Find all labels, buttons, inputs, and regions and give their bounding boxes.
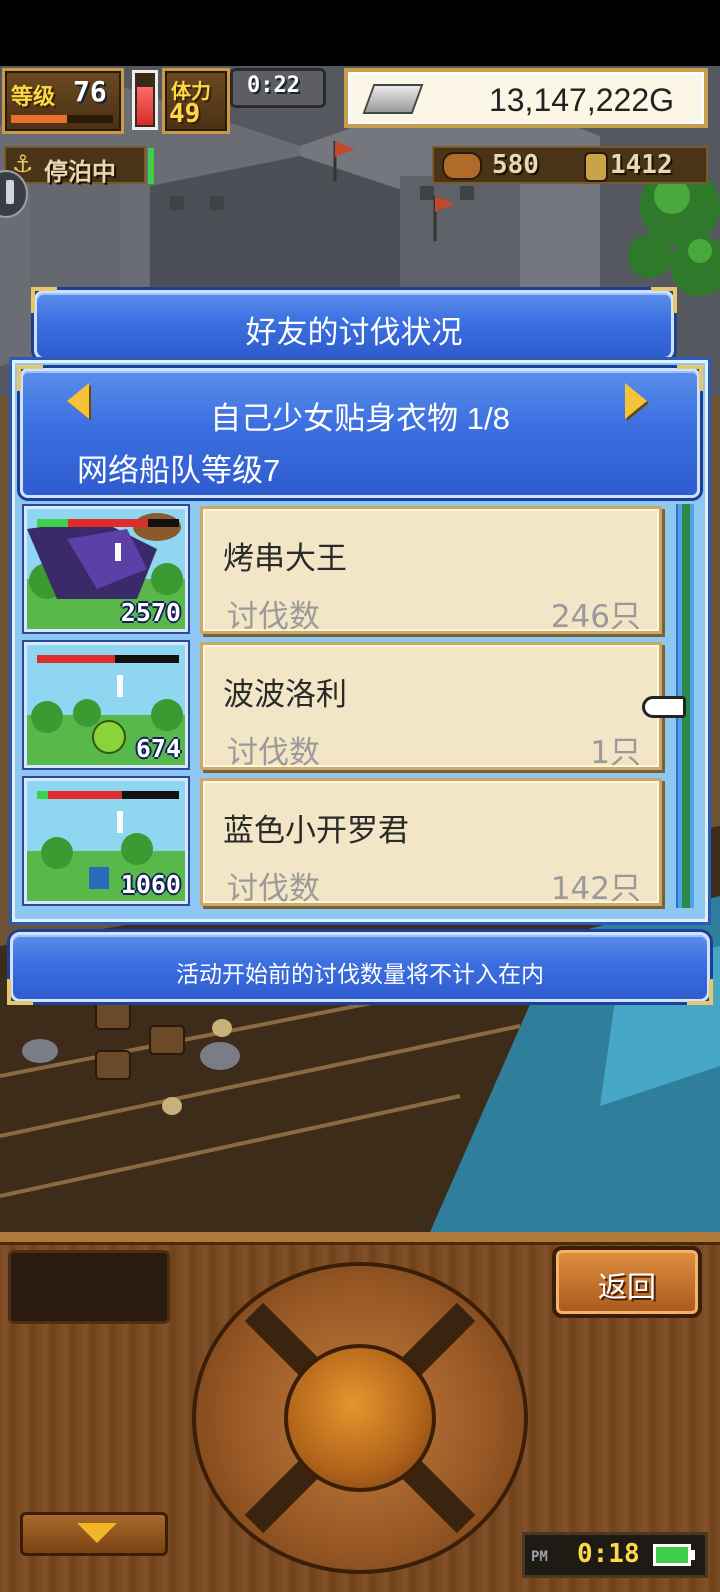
kill-label: 讨伐数 <box>227 735 320 771</box>
stamina-value: 49 <box>169 99 201 129</box>
resource-bar: 580 1412 <box>432 146 708 184</box>
status-text: 停泊中 <box>44 158 116 186</box>
anchor-status: ⚓ 停泊中 <box>4 146 146 186</box>
monster-thumbnail: 674 <box>24 642 188 768</box>
friend-name: 蓝色小开罗君 <box>223 813 409 849</box>
kill-label: 讨伐数 <box>227 599 320 635</box>
friend-name: 波波洛利 <box>223 677 347 713</box>
bread-icon <box>442 152 482 180</box>
monster-thumbnail: 1060 <box>24 778 188 904</box>
clock-ampm: PM <box>531 1549 548 1565</box>
level-label: 等级 <box>11 85 56 110</box>
level-value: 76 <box>73 75 107 108</box>
page-header: 自己少女贴身衣物 1/8 网络船队等级7 <box>17 365 703 498</box>
silver-ingot-icon <box>362 84 424 114</box>
level-panel: 等级 76 <box>2 68 124 134</box>
clock-panel: PM 0:18 <box>522 1532 708 1578</box>
dialog-title: 好友的讨伐状况 <box>245 315 463 350</box>
friend-card[interactable]: 烤串大王 讨伐数 246只 <box>200 506 662 635</box>
pointer-hand-icon <box>642 696 686 718</box>
controller-panel: 返回 PM 0:18 <box>0 1232 720 1592</box>
resource-2-value: 1412 <box>610 150 673 180</box>
resource-1-value: 580 <box>492 150 539 180</box>
item-slot[interactable] <box>8 1250 170 1324</box>
back-button[interactable]: 返回 <box>552 1246 702 1318</box>
stamina-gauge <box>132 70 158 130</box>
kill-count: 142只 <box>550 871 641 907</box>
timer-box: 0:22 <box>230 68 326 108</box>
status-indicator <box>148 148 154 184</box>
battery-icon <box>653 1544 691 1566</box>
friend-card[interactable]: 蓝色小开罗君 讨伐数 142只 <box>200 778 662 907</box>
medal-icon <box>584 152 608 182</box>
kill-label: 讨伐数 <box>227 871 320 907</box>
friend-name: 烤串大王 <box>223 541 347 577</box>
list-item[interactable]: 1060 蓝色小开罗君 讨伐数 142只 <box>0 776 720 908</box>
monster-level: 2570 <box>120 598 181 627</box>
monster-level: 674 <box>135 734 181 763</box>
exp-bar <box>11 115 113 123</box>
dpad[interactable] <box>192 1262 528 1574</box>
monster-thumbnail: 2570 <box>24 506 188 632</box>
gold-panel: 13,147,222G <box>344 68 708 128</box>
monster-level: 1060 <box>120 870 181 899</box>
scroll-down-button[interactable] <box>20 1512 168 1556</box>
kill-count: 246只 <box>550 599 641 635</box>
timer-text: 0:22 <box>247 73 300 98</box>
footer-note: 活动开始前的讨伐数量将不计入在内 <box>176 961 544 987</box>
kill-count: 1只 <box>590 735 641 771</box>
footer-note-banner: 活动开始前的讨伐数量将不计入在内 <box>7 932 713 1005</box>
fleet-level: 网络船队等级7 <box>77 453 281 488</box>
back-button-label: 返回 <box>597 1272 656 1304</box>
list-item[interactable]: 674 波波洛利 讨伐数 1只 <box>0 640 720 772</box>
clock-time: 0:18 <box>577 1539 640 1569</box>
gold-amount: 13,147,222G <box>488 82 674 118</box>
page-subtitle: 自己少女贴身衣物 1/8 <box>210 401 510 436</box>
top-hud: 等级 76 体力 49 0:22 13,147,222G ⚓ 停泊中 580 1… <box>0 66 720 218</box>
list-item[interactable]: 2570 烤串大王 讨伐数 246只 <box>0 504 720 636</box>
next-arrow-icon[interactable] <box>625 383 647 419</box>
dialog-title-banner: 好友的讨伐状况 <box>31 287 677 360</box>
chevron-down-icon <box>77 1523 117 1543</box>
dpad-center-button[interactable] <box>284 1344 436 1492</box>
stamina-panel: 体力 49 <box>162 68 230 134</box>
friend-card[interactable]: 波波洛利 讨伐数 1只 <box>200 642 662 771</box>
